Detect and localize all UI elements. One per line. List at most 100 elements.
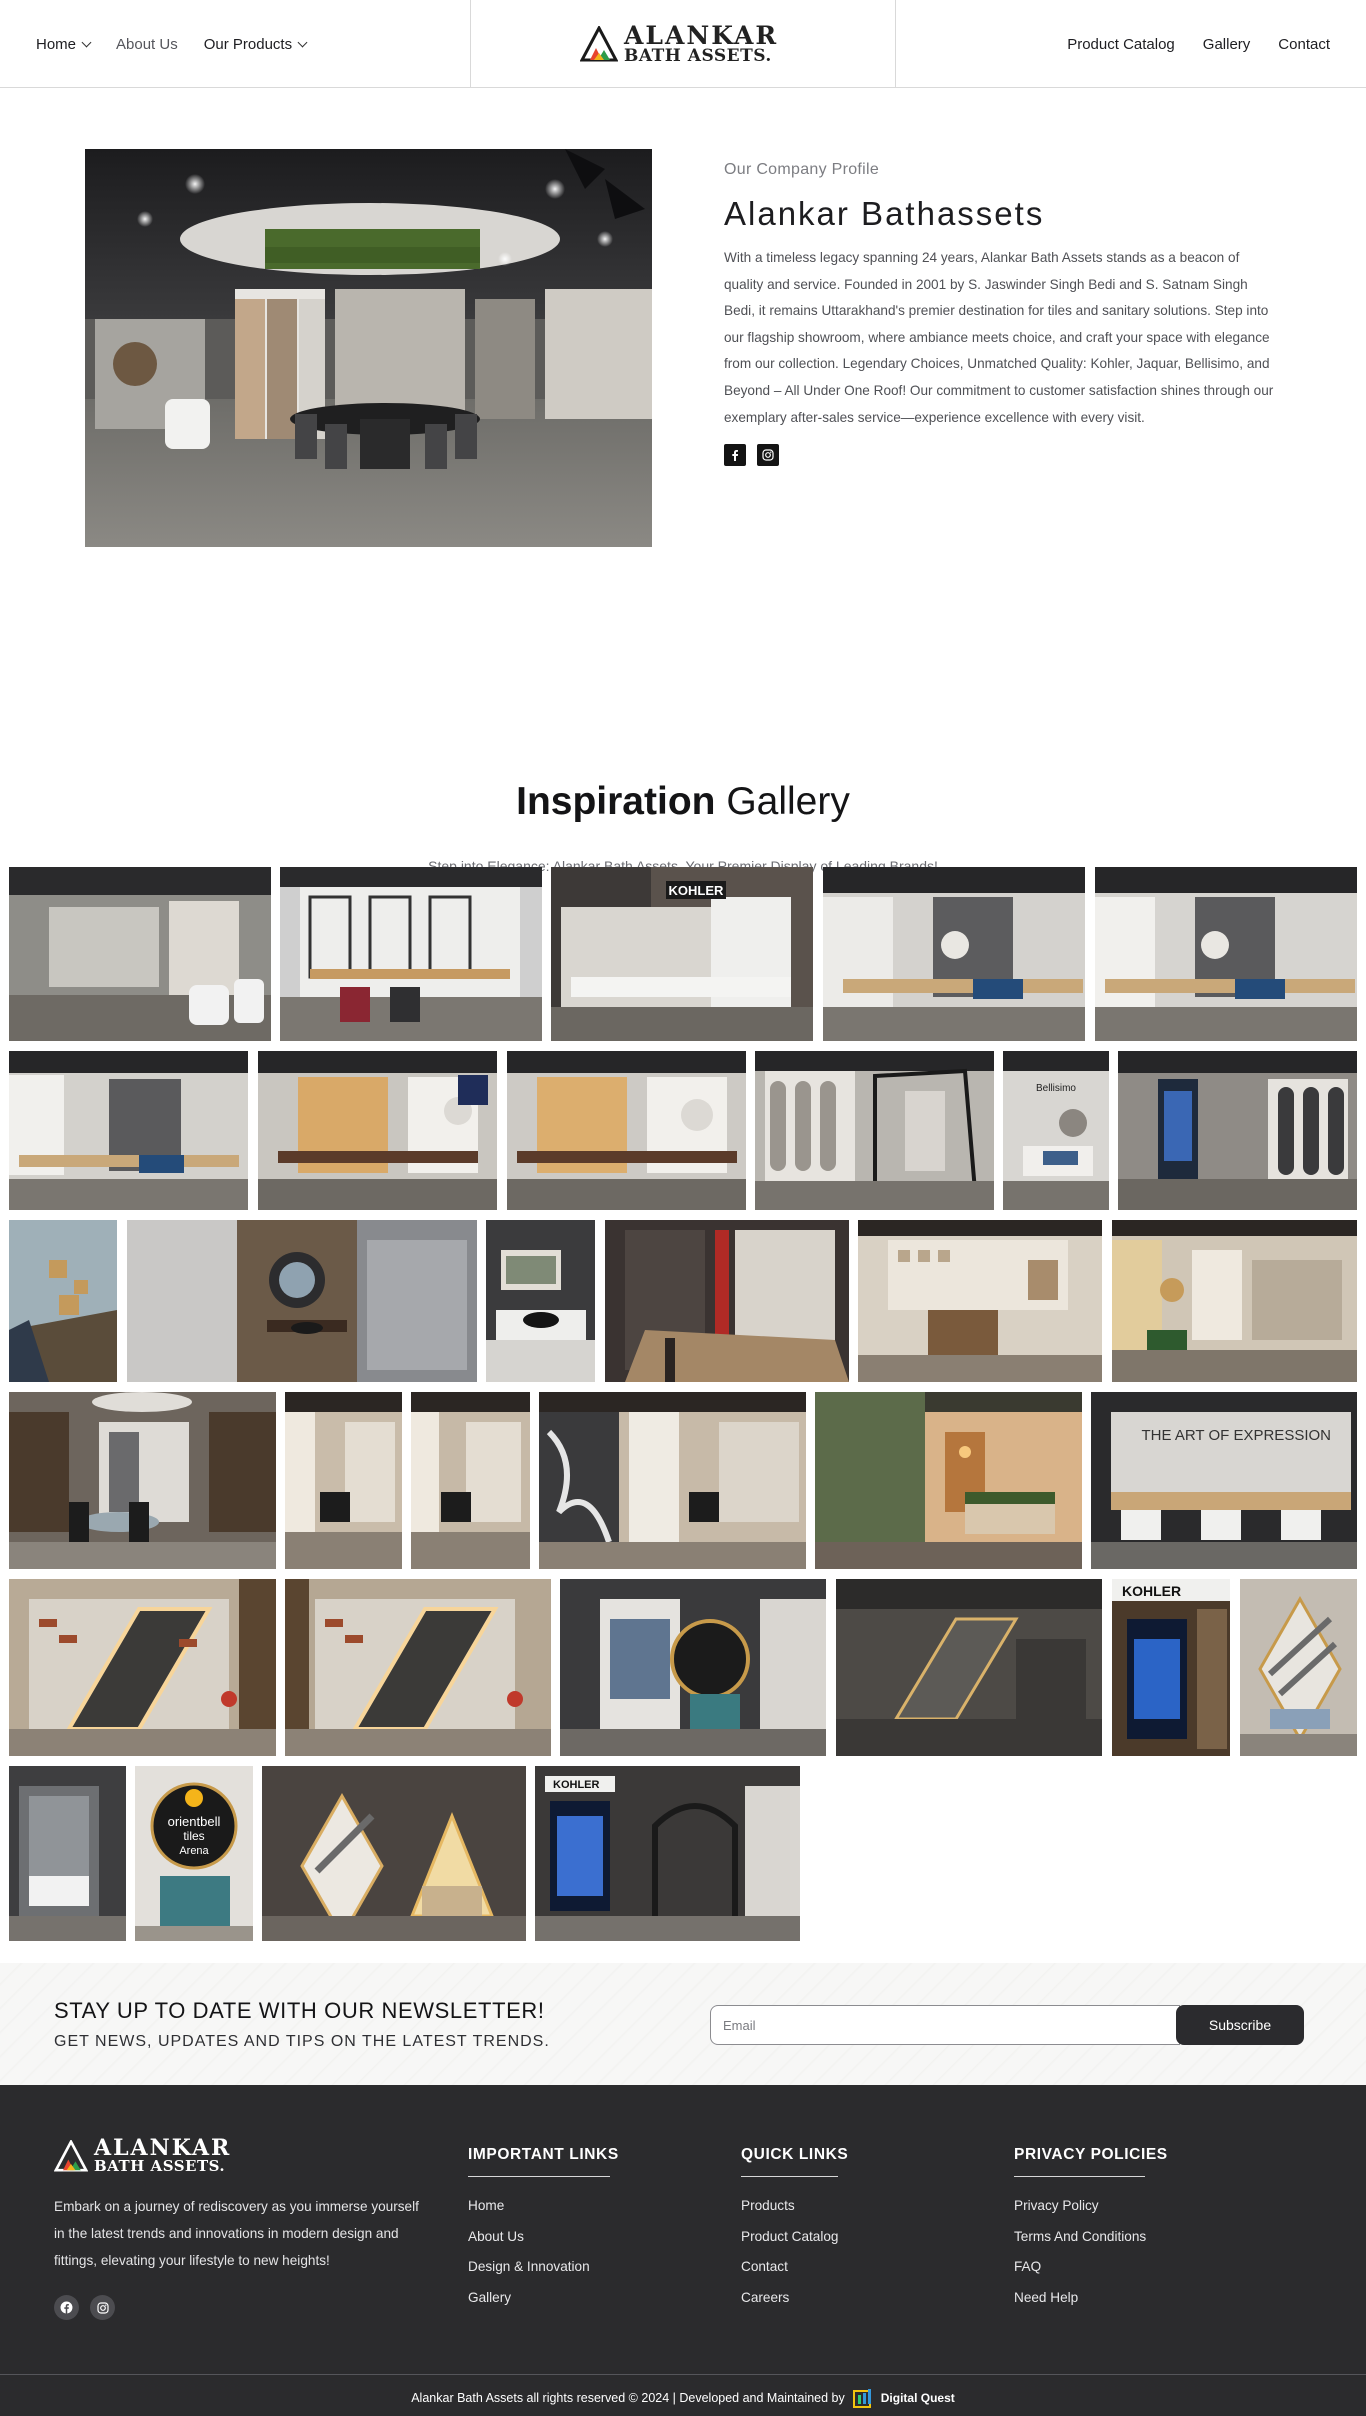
footer-link-careers[interactable]: Careers bbox=[741, 2283, 848, 2314]
gallery-title: Inspiration Gallery bbox=[0, 780, 1366, 824]
gallery-photo[interactable] bbox=[280, 867, 542, 1041]
footer-divider bbox=[0, 2374, 1366, 2375]
developer-name: Digital Quest bbox=[880, 2391, 955, 2405]
footer-link-product-catalog[interactable]: Product Catalog bbox=[741, 2222, 848, 2253]
gallery-photo[interactable] bbox=[539, 1392, 806, 1569]
nav-our-products[interactable]: Our Products bbox=[203, 35, 308, 53]
footer-link-privacy-policy[interactable]: Privacy Policy bbox=[1014, 2191, 1168, 2222]
facebook-icon bbox=[732, 450, 739, 462]
gallery-photo[interactable] bbox=[823, 867, 1085, 1041]
instagram-link[interactable] bbox=[757, 444, 779, 467]
nav-gallery[interactable]: Gallery bbox=[1203, 36, 1251, 53]
footer-column-title: IMPORTANT LINKS bbox=[468, 2146, 619, 2163]
footer-link-faq[interactable]: FAQ bbox=[1014, 2252, 1168, 2283]
gallery-photo[interactable] bbox=[1095, 867, 1357, 1041]
nav-home[interactable]: Home bbox=[36, 35, 92, 53]
facebook-link[interactable] bbox=[724, 444, 746, 467]
footer-column-title: PRIVACY POLICIES bbox=[1014, 2146, 1168, 2163]
gallery-photo[interactable] bbox=[285, 1392, 402, 1569]
gallery-photo[interactable] bbox=[1112, 1220, 1357, 1382]
digital-quest-logo-icon bbox=[852, 2389, 871, 2408]
gallery-photo[interactable] bbox=[815, 1392, 1082, 1569]
gallery-photo[interactable] bbox=[9, 1051, 248, 1210]
gallery-photo[interactable] bbox=[507, 1051, 746, 1210]
gallery-photo[interactable]: KOHLER bbox=[535, 1766, 800, 1941]
gallery-photo[interactable]: orientbell tiles Arena bbox=[135, 1766, 253, 1941]
footer-link-design-innovation[interactable]: Design & Innovation bbox=[468, 2252, 619, 2283]
footer-logo-line-1: ALANKAR bbox=[94, 2135, 232, 2161]
primary-nav-left: Home About Us Our Products bbox=[36, 0, 308, 88]
nav-products-label: Our Products bbox=[203, 35, 293, 53]
company-description: With a timeless legacy spanning 24 years… bbox=[724, 250, 1274, 425]
gallery-photo[interactable] bbox=[9, 1220, 117, 1382]
orientbell-sign-line1: orientbell bbox=[168, 1814, 221, 1829]
company-title: Alankar Bathassets bbox=[724, 195, 1045, 232]
gallery-photo[interactable] bbox=[1240, 1579, 1357, 1756]
gallery-photo[interactable] bbox=[605, 1220, 849, 1382]
subscribe-button[interactable]: Subscribe bbox=[1176, 2005, 1304, 2045]
gallery-photo[interactable]: THE ART OF EXPRESSION bbox=[1091, 1392, 1357, 1569]
footer-link-need-help[interactable]: Need Help bbox=[1014, 2283, 1168, 2314]
gallery-photo[interactable] bbox=[411, 1392, 530, 1569]
logo-mark-icon bbox=[580, 26, 618, 62]
orientbell-sign-line2: tiles bbox=[183, 1829, 204, 1843]
gallery-photo[interactable]: KOHLER bbox=[551, 867, 813, 1041]
nav-product-catalog[interactable]: Product Catalog bbox=[1067, 36, 1175, 53]
footer-quick-links: QUICK LINKS Products Product Catalog Con… bbox=[741, 2146, 848, 2313]
gallery-photo[interactable] bbox=[755, 1051, 994, 1210]
footer-facebook-link[interactable] bbox=[54, 2295, 79, 2320]
footer-link-about-us[interactable]: About Us bbox=[468, 2222, 619, 2253]
gallery-title-light: Gallery bbox=[726, 780, 850, 823]
logo-line-1: ALANKAR bbox=[624, 21, 779, 51]
profile-text-block: Our Company Profile Alankar Bathassets W… bbox=[724, 161, 1276, 467]
gallery-photo[interactable] bbox=[560, 1579, 826, 1756]
footer-column-title: QUICK LINKS bbox=[741, 2146, 849, 2163]
gallery-photo[interactable] bbox=[9, 867, 271, 1041]
gallery-photo[interactable] bbox=[9, 1392, 276, 1569]
newsletter-form: Subscribe bbox=[710, 2005, 1304, 2045]
gallery-photo[interactable] bbox=[836, 1579, 1102, 1756]
gallery-photo[interactable] bbox=[9, 1579, 276, 1756]
newsletter-email-input[interactable] bbox=[710, 2005, 1180, 2045]
site-header: Home About Us Our Products ALANKAR BATH … bbox=[0, 0, 1366, 88]
footer-logo-wordmark: ALANKAR BATH ASSETS. bbox=[94, 2135, 232, 2175]
chevron-down-icon bbox=[81, 37, 92, 47]
nav-contact[interactable]: Contact bbox=[1278, 36, 1330, 53]
footer-logo[interactable]: ALANKAR BATH ASSETS. bbox=[54, 2135, 232, 2175]
primary-nav-right: Product Catalog Gallery Contact bbox=[1067, 0, 1330, 88]
kohler-sign-text: KOHLER bbox=[669, 883, 725, 898]
instagram-icon bbox=[96, 2301, 109, 2314]
nav-home-label: Home bbox=[36, 35, 77, 53]
logo-wordmark: ALANKAR BATH ASSETS. bbox=[624, 21, 779, 66]
gallery-photo[interactable] bbox=[1118, 1051, 1357, 1210]
gallery-photo[interactable] bbox=[486, 1220, 595, 1382]
copyright-text: Alankar Bath Assets all rights reserved … bbox=[411, 2391, 845, 2405]
copyright-bar: Alankar Bath Assets all rights reserved … bbox=[0, 2387, 1366, 2409]
gallery-photo[interactable] bbox=[285, 1579, 551, 1756]
footer-logo-line-2: BATH ASSETS. bbox=[94, 2156, 226, 2175]
gallery-photo[interactable] bbox=[258, 1051, 497, 1210]
inspiration-gallery-section: Inspiration Gallery Step into Elegance: … bbox=[0, 648, 1366, 2050]
nav-about-us[interactable]: About Us bbox=[116, 36, 178, 53]
footer-link-contact[interactable]: Contact bbox=[741, 2252, 848, 2283]
footer-important-links: IMPORTANT LINKS Home About Us Design & I… bbox=[468, 2146, 619, 2313]
gallery-photo[interactable] bbox=[9, 1766, 126, 1941]
gallery-photo[interactable]: Bellisimo bbox=[1003, 1051, 1109, 1210]
footer-link-home[interactable]: Home bbox=[468, 2191, 619, 2222]
developer-link[interactable]: Digital Quest bbox=[852, 2387, 955, 2409]
footer-link-products[interactable]: Products bbox=[741, 2191, 848, 2222]
footer-link-terms[interactable]: Terms And Conditions bbox=[1014, 2222, 1168, 2253]
logo-line-2: BATH ASSETS. bbox=[624, 45, 772, 66]
site-logo[interactable]: ALANKAR BATH ASSETS. bbox=[580, 22, 786, 66]
gallery-photo[interactable] bbox=[127, 1220, 477, 1382]
footer-column-rule bbox=[468, 2176, 610, 2177]
profile-eyebrow: Our Company Profile bbox=[724, 161, 880, 178]
gallery-photo[interactable] bbox=[858, 1220, 1102, 1382]
footer-column-rule bbox=[1014, 2176, 1145, 2177]
showroom-photo bbox=[85, 149, 652, 547]
gallery-photo[interactable] bbox=[262, 1766, 526, 1941]
newsletter-title: STAY UP TO DATE WITH OUR NEWSLETTER! bbox=[54, 1998, 545, 2023]
footer-link-gallery[interactable]: Gallery bbox=[468, 2283, 619, 2314]
footer-instagram-link[interactable] bbox=[90, 2295, 115, 2320]
gallery-photo[interactable]: KOHLER bbox=[1112, 1579, 1230, 1756]
